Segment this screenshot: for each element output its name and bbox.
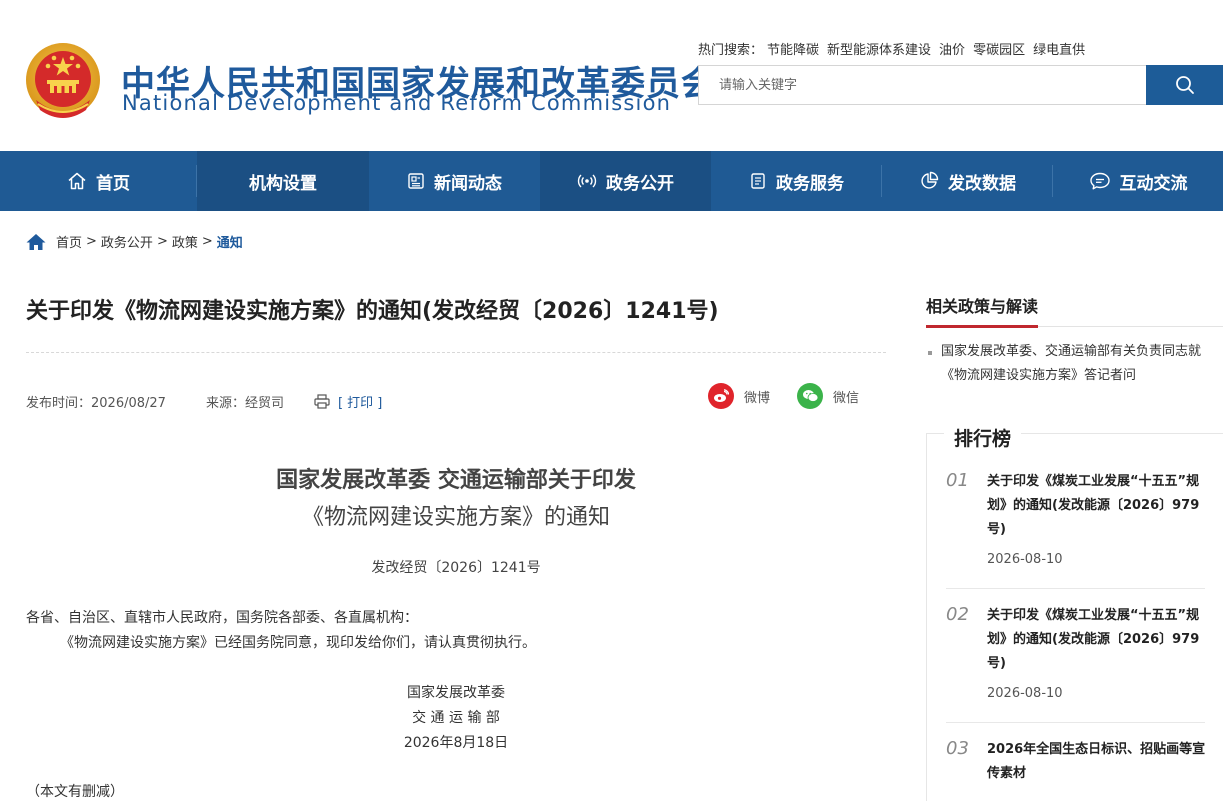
hot-keyword-link[interactable]: 节能降碳 (767, 43, 819, 58)
breadcrumb-separator: > (86, 234, 97, 249)
nav-label: 机构设置 (249, 173, 317, 194)
home-icon (67, 171, 87, 191)
share-wechat-label: 微信 (833, 390, 860, 406)
weibo-icon (708, 383, 734, 409)
chat-icon (1089, 171, 1111, 191)
signer-ndrc: 国家发展改革委 (407, 685, 505, 701)
breadcrumb-link-home[interactable]: 首页 (56, 232, 82, 251)
rank-title[interactable]: 关于印发《煤炭工业发展“十五五”规划》的通知(发改能源〔2026〕979号) (987, 604, 1207, 676)
rank-title[interactable]: 2026年全国生态日标识、招贴画等宣传素材 (987, 738, 1207, 786)
rank-number: 03 (946, 738, 969, 759)
search-icon (1175, 76, 1194, 94)
nav-item-interaction[interactable]: 互动交流 (1053, 151, 1223, 211)
search-button[interactable] (1146, 65, 1223, 105)
nav-item-gov-service[interactable]: 政务服务 (711, 151, 882, 211)
hot-search-label: 热门搜索： (698, 43, 764, 58)
pie-chart-icon (919, 171, 939, 191)
hot-keyword-link[interactable]: 绿电直供 (1033, 43, 1085, 58)
signer-mot: 交 通 运 输 部 (412, 710, 500, 726)
main-nav: 首页 机构设置 新闻动态 政务公开 政务服务 发改数据 互动交流 (0, 151, 1223, 211)
hot-keyword-link[interactable]: 油价 (939, 43, 965, 58)
printer-icon (314, 394, 330, 409)
body-paragraph: 《物流网建设实施方案》已经国务院同意，现印发给你们，请认真贯彻执行。 (60, 635, 536, 651)
hot-keyword-link[interactable]: 零碳园区 (973, 43, 1025, 58)
rank-date: 2026-08-10 (987, 552, 1063, 567)
salutation: 各省、自治区、直辖市人民政府，国务院各部委、各直属机构： (26, 610, 418, 626)
divider (946, 588, 1205, 589)
nav-item-data[interactable]: 发改数据 (882, 151, 1053, 211)
nav-label: 互动交流 (1119, 173, 1188, 194)
document-title-line1: 国家发展改革委 交通运输部关于印发 (276, 468, 636, 493)
nav-item-home[interactable]: 首页 (0, 151, 197, 211)
search-input[interactable] (699, 66, 1146, 104)
document-icon (749, 172, 767, 190)
national-emblem-icon[interactable] (24, 42, 102, 124)
rank-date: 2026-08-10 (987, 686, 1063, 701)
breadcrumb-current[interactable]: 通知 (217, 232, 243, 251)
print-button[interactable]: [ 打印 ] (314, 392, 382, 411)
share-weibo-label: 微博 (744, 390, 771, 406)
article-source: 来源：经贸司 (205, 396, 284, 411)
home-icon[interactable] (26, 233, 46, 251)
breadcrumb: 首页 > 政务公开 > 政策 > 通知 (26, 232, 243, 251)
rank-number: 02 (946, 604, 969, 625)
rank-number: 01 (946, 470, 969, 491)
document-number: 发改经贸〔2026〕1241号 (371, 560, 541, 576)
title-accent-bar (926, 325, 1038, 328)
publish-time: 发布时间：2026/08/27 (26, 396, 166, 411)
broadcast-icon (577, 171, 597, 191)
nav-item-news[interactable]: 新闻动态 (369, 151, 540, 211)
related-policy-link[interactable]: 国家发展改革委、交通运输部有关负责同志就《物流网建设实施方案》答记者问 (928, 340, 1223, 388)
nav-label: 政务公开 (606, 173, 674, 194)
wechat-icon (797, 383, 823, 409)
breadcrumb-link-policy[interactable]: 政策 (172, 232, 198, 251)
site-title-en[interactable]: National Development and Reform Commissi… (122, 91, 671, 115)
nav-item-organization[interactable]: 机构设置 (197, 151, 369, 211)
nav-item-gov-affairs[interactable]: 政务公开 (540, 151, 711, 211)
share-weibo-button[interactable]: 微博 (708, 383, 770, 409)
site-header: 中华人民共和国国家发展和改革委员会 National Development a… (0, 0, 1223, 151)
article-title: 关于印发《物流网建设实施方案》的通知(发改经贸〔2026〕1241号) (26, 299, 719, 324)
breadcrumb-separator: > (156, 234, 168, 249)
nav-label: 政务服务 (776, 173, 844, 194)
breadcrumb-separator: > (201, 234, 213, 249)
search-box (698, 65, 1146, 105)
hot-search: 热门搜索： 节能降碳 新型能源体系建设 油价 零碳园区 绿电直供 (698, 39, 1089, 58)
print-label: [ 打印 ] (337, 396, 383, 411)
nav-label: 发改数据 (948, 173, 1016, 194)
breadcrumb-link-gov-affairs[interactable]: 政务公开 (101, 232, 153, 251)
nav-label: 新闻动态 (434, 173, 502, 194)
divider (26, 352, 886, 353)
share-wechat-button[interactable]: 微信 (797, 383, 859, 409)
sign-date: 2026年8月18日 (403, 735, 509, 751)
nav-label: 首页 (96, 173, 130, 194)
rank-title[interactable]: 关于印发《煤炭工业发展“十五五”规划》的通知(发改能源〔2026〕979号) (987, 470, 1207, 542)
document-title-line2: 《物流网建设实施方案》的通知 (301, 505, 610, 530)
abridged-note: （本文有删减） (26, 784, 124, 800)
related-policies-title: 相关政策与解读 (926, 297, 1039, 316)
article-meta: 发布时间：2026/08/27 来源：经贸司 [ 打印 ] (26, 392, 382, 411)
divider (946, 722, 1205, 723)
ranking-title: 排行榜 (944, 424, 1022, 451)
hot-keyword-link[interactable]: 新型能源体系建设 (827, 43, 931, 58)
news-icon (407, 172, 425, 190)
